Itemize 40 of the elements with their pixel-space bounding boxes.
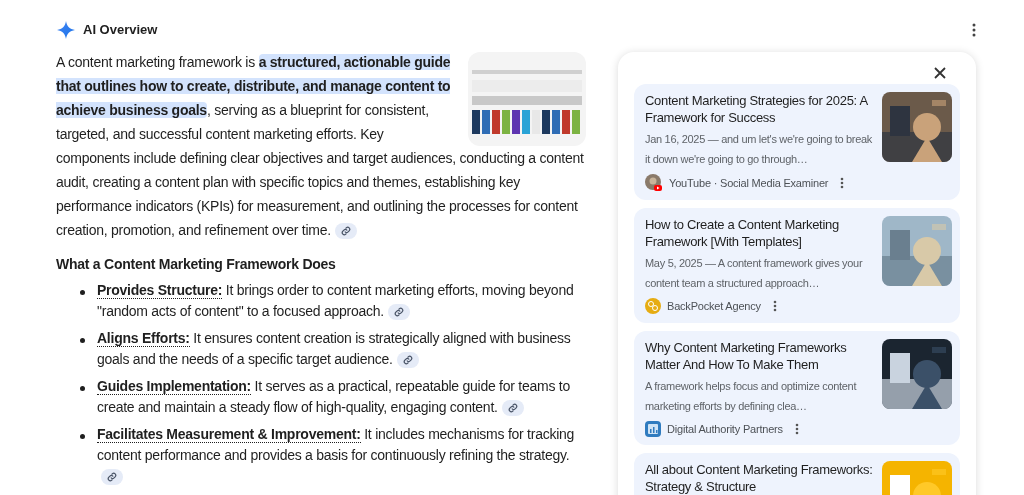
channel-avatar-icon	[645, 174, 663, 192]
link-icon	[402, 355, 413, 366]
source-name: YouTube · Social Media Examiner	[669, 175, 829, 191]
link-icon	[507, 403, 518, 414]
link-button[interactable]	[387, 304, 410, 321]
source-snippet: A framework helps focus and optimize content marketing efforts by defining clea…	[645, 378, 858, 414]
source-card[interactable]: Why Content Marketing Frameworks Matter And How To Make Them A framework helps focus and optimize content marketing efforts by defining clea… Digital Authority Partners	[634, 330, 960, 445]
sparkle-icon	[57, 21, 75, 39]
source-title[interactable]: Content Marketing Strategies for 2025: A Framework for Success	[645, 92, 874, 126]
bullet-text: Aligns Efforts: It ensures content creation is strategically aligned with business goals and the needs of a specific target audience.	[97, 329, 572, 370]
source-snippet: Jan 16, 2025 — and um let's we're going to break it down we're going to go through…	[645, 132, 874, 167]
source-name: BackPocket Agency	[667, 299, 761, 314]
link-button[interactable]	[101, 469, 123, 486]
link-button[interactable]	[334, 223, 357, 240]
close-icon[interactable]	[934, 67, 946, 79]
bullet-text: Guides Implementation: It serves as a practical, repeatable guide for teams to create and maintain a steady flow of high-quality, engaging content.	[97, 377, 572, 418]
link-button[interactable]	[501, 400, 524, 417]
source-card[interactable]: How to Create a Content Marketing Framework [With Templates] May 5, 2025 — A content framework gives your content team a structured approach… BackPocket Agency	[634, 208, 960, 323]
source-card[interactable]: All about Content Marketing Frameworks: Strategy & Structure	[634, 453, 960, 495]
source-name: Digital Authority Partners	[667, 421, 783, 437]
source-snippet: May 5, 2025 — A content framework gives your content team a structured approach…	[645, 256, 864, 291]
bullet-text: Provides Structure: It brings order to content marketing efforts, moving beyond "random acts of content" to a focused approach.	[97, 281, 575, 322]
link-icon	[107, 472, 117, 483]
link-button[interactable]	[396, 352, 419, 369]
link-icon	[340, 226, 351, 237]
source-title[interactable]: How to Create a Content Marketing Framework [With Templates]	[645, 216, 874, 250]
section-heading: What a Content Marketing Framework Does	[56, 255, 337, 274]
more-options-icon[interactable]	[794, 422, 799, 435]
source-title[interactable]: Why Content Marketing Frameworks Matter And How To Make Them	[645, 338, 874, 373]
chart-icon	[645, 420, 661, 437]
source-title[interactable]: All about Content Marketing Frameworks: Strategy & Structure	[645, 461, 874, 495]
more-options-icon[interactable]	[840, 177, 845, 189]
coin-icon	[645, 298, 661, 315]
overview-title: AI Overview	[83, 21, 158, 40]
bullet-text: Facilitates Measurement & Improvement: It includes mechanisms for tracking content performance and provides a basis for continuously refining the strategy.	[97, 424, 586, 487]
more-options-icon[interactable]	[772, 300, 777, 313]
more-options-icon[interactable]	[972, 23, 976, 37]
source-card[interactable]: Content Marketing Strategies for 2025: A Framework for Success Jan 16, 2025 — and um let's we're going to break it down we're going to go through… YouTube · Social Media Examiner	[634, 84, 960, 200]
intro-paragraph: A content marketing framework is a structured, actionable guide that outlines how to create, distribute, and manage content to achieve business goals, serving as a blueprint for consistent, targeted, and successful content marketing efforts. Key components include defining clear objectives and target audiences, conducting a content audit, creating a content plan with specific topics and themes, establishing key performance indicators (KPIs) for measurement, and outlining the processes for content creation, promotion, and refinement over time.	[56, 53, 585, 242]
link-icon	[393, 307, 404, 318]
